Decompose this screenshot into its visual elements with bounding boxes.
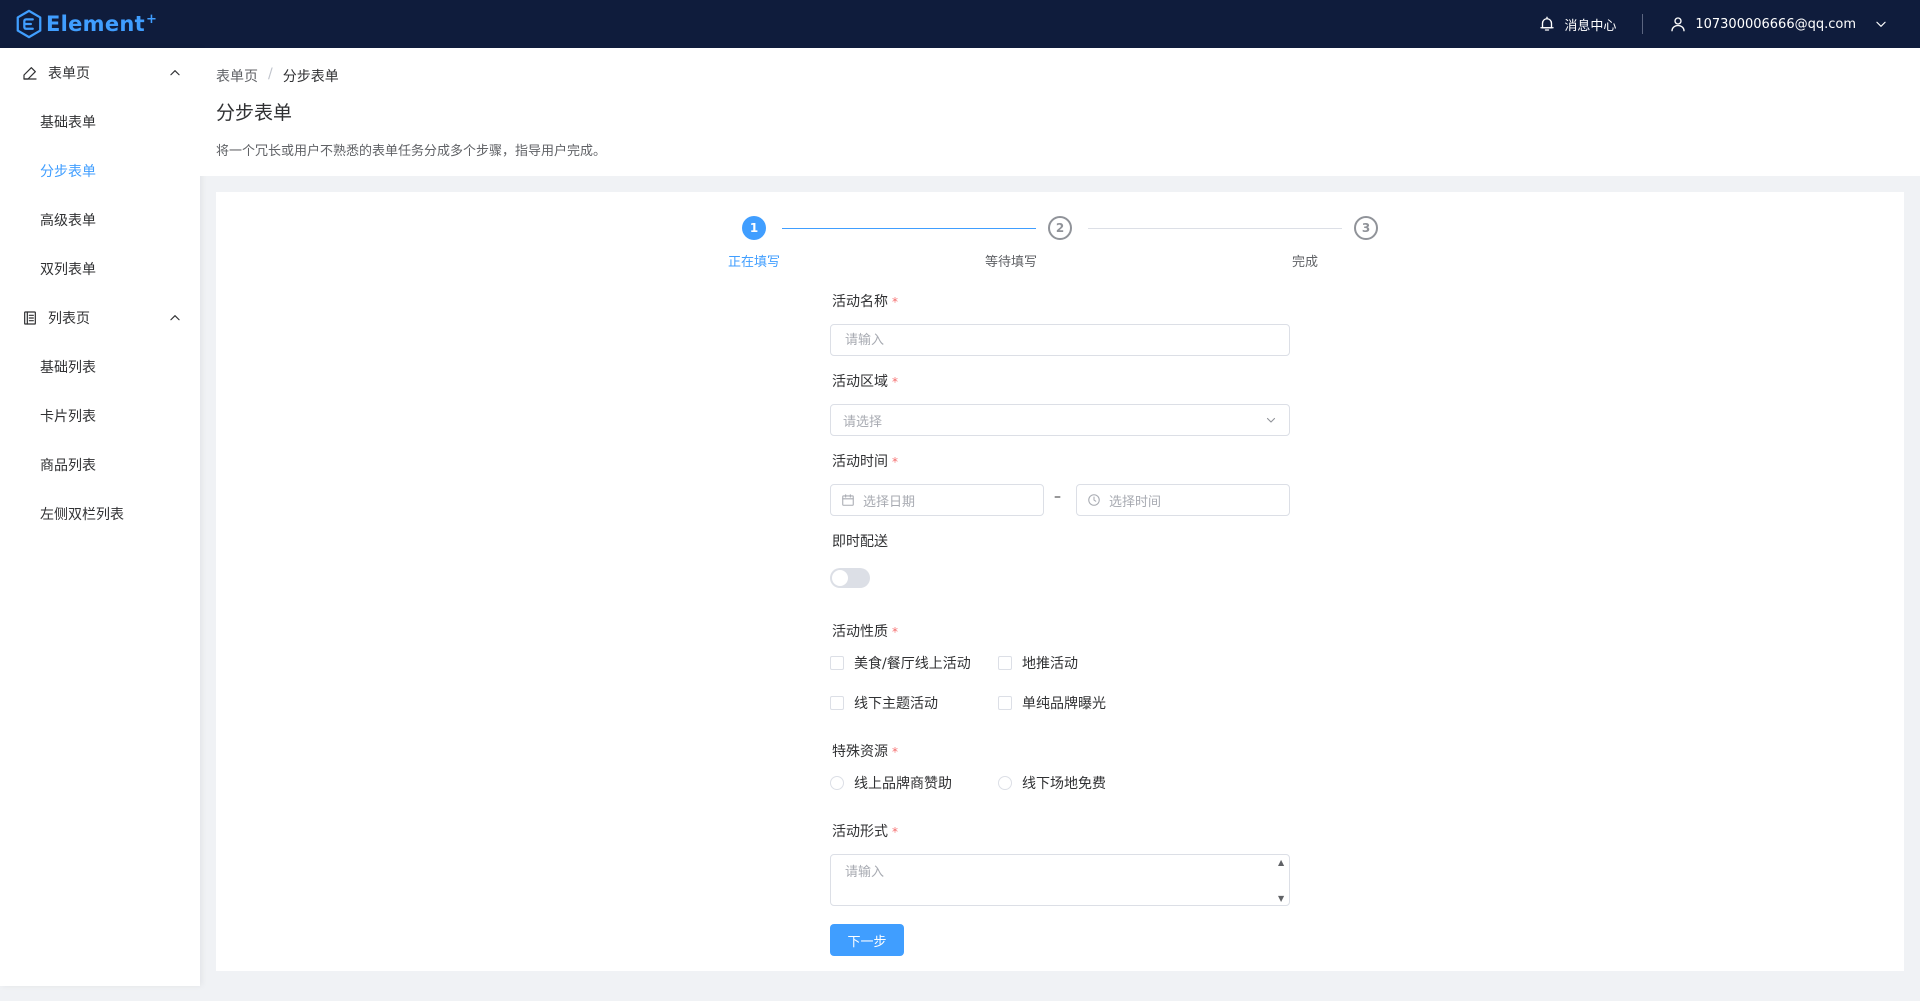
sidebar-group-label: 列表页 [48,310,90,327]
user-menu[interactable]: 107300006666@qq.com [1669,15,1888,33]
step-line-1 [782,228,1036,229]
delivery-switch[interactable] [830,568,870,588]
step-line-2 [1088,228,1342,229]
region-label: 活动区域 * [832,374,898,390]
page-header: 表单页 / 分步表单 分步表单 将一个冗长或用户不熟悉的表单任务分成多个步骤，指… [200,48,1920,176]
edit-icon [23,66,37,80]
activity-name-input[interactable] [830,324,1290,356]
name-label: 活动名称 * [832,294,898,310]
sidebar-item-two-column-form[interactable]: 双列表单 [0,244,200,293]
step-2-title: 等待填写 [984,255,1038,270]
resource-label: 特殊资源 * [832,744,898,760]
chevron-down-icon [1876,21,1886,27]
sidebar-group-label: 表单页 [48,65,90,82]
checkbox-box [830,696,844,710]
desc-label: 活动形式 * [832,824,898,840]
region-placeholder: 请选择 [843,414,883,430]
breadcrumb: 表单页 / 分步表单 [216,66,339,86]
scroll-up-icon[interactable]: ▲ [1278,858,1286,867]
sidebar-group-form[interactable]: 表单页 [0,48,200,97]
step-form-card: 1 2 3 正在填写 等待填写 完成 活动名称* 活动区域* 请选择 活动时间*… [216,192,1904,971]
sidebar-item-basic-list[interactable]: 基础列表 [0,342,200,391]
chevron-up-icon [170,314,180,320]
activity-desc-textarea[interactable] [830,854,1290,906]
radio-circle [998,776,1012,790]
chevron-up-icon [170,69,180,75]
step-2-circle: 2 [1048,216,1072,240]
sidebar-item-basic-form[interactable]: 基础表单 [0,97,200,146]
step-3-circle: 3 [1354,216,1378,240]
resource-radio-offline-venue[interactable]: 线下场地免费 [998,773,1106,793]
steps: 1 2 3 正在填写 等待填写 完成 [216,216,1904,276]
user-email: 107300006666@qq.com [1695,16,1856,32]
clock-icon [1088,494,1100,506]
element-logo-icon [16,9,42,39]
page-description: 将一个冗长或用户不熟悉的表单任务分成多个步骤，指导用户完成。 [216,144,607,159]
date-picker[interactable]: 选择日期 [830,484,1044,516]
time-picker[interactable]: 选择时间 [1076,484,1290,516]
step-3-title: 完成 [1291,255,1319,270]
step-1-circle: 1 [742,216,766,240]
sidebar-item-card-list[interactable]: 卡片列表 [0,391,200,440]
checkbox-label: 美食/餐厅线上活动 [854,656,971,672]
logo[interactable]: Element+ [14,9,157,39]
type-checkbox-food-online[interactable]: 美食/餐厅线上活动 [830,653,971,673]
resource-radio-online-sponsor[interactable]: 线上品牌商赞助 [830,773,952,793]
sidebar-item-step-form[interactable]: 分步表单 [0,146,200,195]
sidebar-item-advanced-form[interactable]: 高级表单 [0,195,200,244]
checkbox-box [998,656,1012,670]
bell-icon [1540,16,1555,31]
logo-text: Element+ [46,12,158,36]
sidebar: 表单页 基础表单 分步表单 高级表单 双列表单 列表页 基础列表 卡片列表 商品… [0,48,200,986]
header-divider [1642,14,1644,34]
list-icon [24,310,36,325]
type-checkbox-ground-promo[interactable]: 地推活动 [998,653,1078,673]
radio-circle [830,776,844,790]
sidebar-group-list[interactable]: 列表页 [0,293,200,342]
scroll-down-icon[interactable]: ▼ [1278,894,1286,903]
checkbox-box [998,696,1012,710]
radio-label: 线下场地免费 [1022,776,1106,792]
next-step-button[interactable]: 下一步 [830,924,904,956]
checkbox-label: 地推活动 [1022,656,1078,672]
type-checkbox-brand-exposure[interactable]: 单纯品牌曝光 [998,693,1106,713]
breadcrumb-current: 分步表单 [282,69,339,85]
user-icon [1671,17,1686,32]
time-placeholder: 选择时间 [1109,494,1162,510]
sidebar-item-split-list[interactable]: 左侧双栏列表 [0,489,200,538]
delivery-label: 即时配送 [832,534,888,550]
checkbox-label: 单纯品牌曝光 [1022,696,1106,712]
calendar-icon [842,494,854,506]
activity-region-select[interactable]: 请选择 [830,404,1290,436]
type-checkbox-offline-theme[interactable]: 线下主题活动 [830,693,938,713]
radio-label: 线上品牌商赞助 [854,776,952,792]
notice-center[interactable]: 消息中心 [1538,15,1616,34]
chevron-down-icon [1266,417,1276,423]
notice-label: 消息中心 [1564,18,1617,34]
breadcrumb-separator: / [268,66,273,82]
checkbox-label: 线下主题活动 [854,696,938,712]
sidebar-item-goods-list[interactable]: 商品列表 [0,440,200,489]
time-range-separator: – [1054,489,1061,505]
page-title: 分步表单 [216,102,293,124]
top-header: Element+ 消息中心 107300006666@qq.com [0,0,1920,48]
time-label: 活动时间 * [832,454,898,470]
type-label: 活动性质 * [832,624,898,640]
switch-knob [832,570,848,586]
date-placeholder: 选择日期 [863,494,916,510]
checkbox-box [830,656,844,670]
breadcrumb-parent[interactable]: 表单页 [216,66,258,86]
step-1-title: 正在填写 [727,255,781,270]
